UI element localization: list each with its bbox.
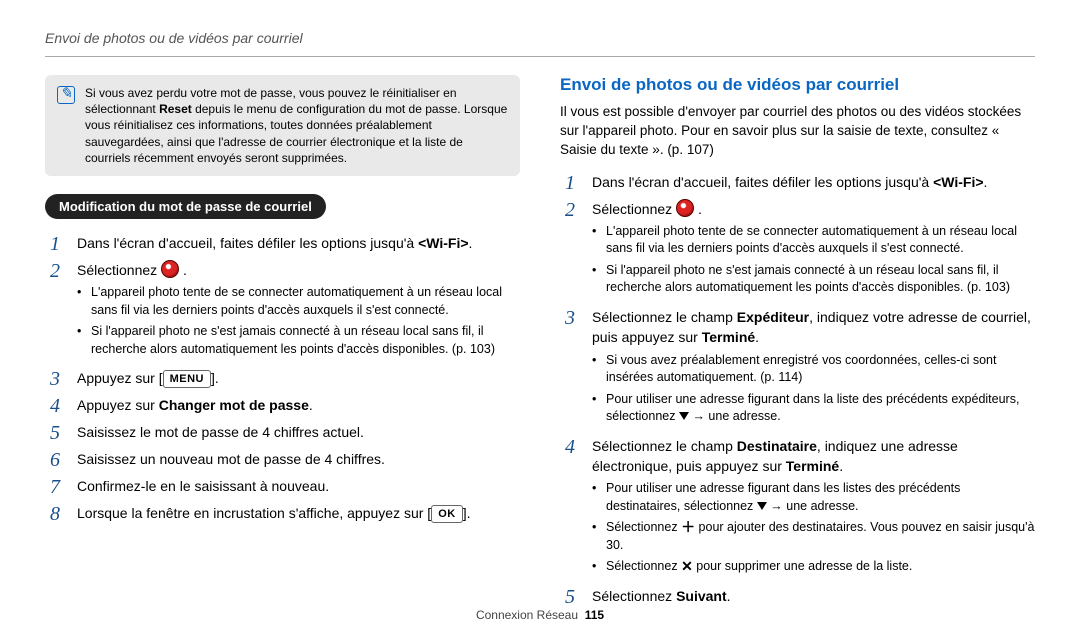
bullet: Sélectionnez ＋ pour ajouter des destinat… — [592, 519, 1035, 554]
step-number: 1 — [45, 233, 65, 254]
section-heading: Envoi de photos ou de vidéos par courrie… — [560, 75, 1035, 95]
app-icon — [161, 260, 179, 278]
bullet: L'appareil photo tente de se connecter a… — [592, 223, 1035, 258]
bullet: Pour utiliser une adresse figurant dans … — [592, 391, 1035, 426]
footer-page: 115 — [585, 608, 604, 622]
plus-icon: ＋ — [681, 520, 695, 534]
step-body: Appuyez sur [MENU]. — [77, 368, 520, 388]
step-body: Sélectionnez le champ Destinataire, indi… — [592, 436, 1035, 580]
chevron-down-icon — [679, 412, 689, 420]
page-footer: Connexion Réseau 115 — [0, 608, 1080, 622]
chevron-down-icon — [757, 502, 767, 510]
step: 5 Saisissez le mot de passe de 4 chiffres… — [45, 422, 520, 443]
step-body: Sélectionnez .L'appareil photo tente de … — [77, 260, 520, 362]
step-number: 4 — [45, 395, 65, 416]
step: 3 Appuyez sur [MENU]. — [45, 368, 520, 389]
subsection-pill: Modification du mot de passe de courriel — [45, 194, 326, 219]
right-column: Envoi de photos ou de vidéos par courrie… — [560, 75, 1035, 613]
step-number: 3 — [560, 307, 580, 328]
step-body: Sélectionnez le champ Expéditeur, indiqu… — [592, 307, 1035, 430]
step-body: Saisissez le mot de passe de 4 chiffres … — [77, 422, 520, 442]
step-number: 8 — [45, 503, 65, 524]
step: 2 Sélectionnez .L'appareil photo tente de… — [45, 260, 520, 362]
step: 1 Dans l'écran d'accueil, faites défiler … — [560, 172, 1035, 193]
step-bullets: Si vous avez préalablement enregistré vo… — [592, 352, 1035, 426]
menu-button-icon: MENU — [163, 370, 211, 388]
step-body: Sélectionnez Suivant. — [592, 586, 1035, 606]
step-body: Appuyez sur Changer mot de passe. — [77, 395, 520, 415]
step-body: Dans l'écran d'accueil, faites défiler l… — [592, 172, 1035, 192]
step: 4 Appuyez sur Changer mot de passe. — [45, 395, 520, 416]
left-column: ✎ Si vous avez perdu votre mot de passe,… — [45, 75, 520, 613]
right-steps: 1 Dans l'écran d'accueil, faites défiler … — [560, 172, 1035, 607]
step: 1 Dans l'écran d'accueil, faites défiler … — [45, 233, 520, 254]
bullet: Si l'appareil photo ne s'est jamais conn… — [77, 323, 520, 358]
step: 4 Sélectionnez le champ Destinataire, ind… — [560, 436, 1035, 580]
step: 5 Sélectionnez Suivant. — [560, 586, 1035, 607]
bullet: Pour utiliser une adresse figurant dans … — [592, 480, 1035, 515]
section-intro: Il vous est possible d'envoyer par courr… — [560, 103, 1035, 160]
step: 2 Sélectionnez .L'appareil photo tente de… — [560, 199, 1035, 301]
step-number: 2 — [45, 260, 65, 281]
step-body: Saisissez un nouveau mot de passe de 4 c… — [77, 449, 520, 469]
step-body: Confirmez-le en le saisissant à nouveau. — [77, 476, 520, 496]
footer-section: Connexion Réseau — [476, 608, 578, 622]
columns: ✎ Si vous avez perdu votre mot de passe,… — [45, 75, 1035, 613]
step-number: 2 — [560, 199, 580, 220]
step-number: 7 — [45, 476, 65, 497]
step-number: 5 — [560, 586, 580, 607]
app-icon — [676, 199, 694, 217]
step-bullets: Pour utiliser une adresse figurant dans … — [592, 480, 1035, 576]
info-note: ✎ Si vous avez perdu votre mot de passe,… — [45, 75, 520, 176]
step: 6 Saisissez un nouveau mot de passe de 4 … — [45, 449, 520, 470]
step: 8 Lorsque la fenêtre en incrustation s'af… — [45, 503, 520, 524]
bullet: Sélectionnez ✕ pour supprimer une adress… — [592, 558, 1035, 576]
close-icon: ✕ — [681, 559, 693, 573]
step-bullets: L'appareil photo tente de se connecter a… — [592, 223, 1035, 297]
ok-button-icon: OK — [431, 505, 463, 523]
step-body: Dans l'écran d'accueil, faites défiler l… — [77, 233, 520, 253]
step-bullets: L'appareil photo tente de se connecter a… — [77, 284, 520, 358]
step: 3 Sélectionnez le champ Expéditeur, indiq… — [560, 307, 1035, 430]
step-number: 1 — [560, 172, 580, 193]
divider — [45, 56, 1035, 57]
step-number: 6 — [45, 449, 65, 470]
step-number: 5 — [45, 422, 65, 443]
page-title: Envoi de photos ou de vidéos par courrie… — [45, 30, 1035, 46]
step-body: Sélectionnez .L'appareil photo tente de … — [592, 199, 1035, 301]
step-number: 4 — [560, 436, 580, 457]
step: 7 Confirmez-le en le saisissant à nouveau… — [45, 476, 520, 497]
left-steps: 1 Dans l'écran d'accueil, faites défiler … — [45, 233, 520, 524]
page: Envoi de photos ou de vidéos par courrie… — [0, 0, 1080, 630]
bullet: Si vous avez préalablement enregistré vo… — [592, 352, 1035, 387]
step-body: Lorsque la fenêtre en incrustation s'aff… — [77, 503, 520, 523]
note-text: Si vous avez perdu votre mot de passe, v… — [85, 85, 508, 166]
note-icon: ✎ — [57, 86, 75, 104]
bullet: Si l'appareil photo ne s'est jamais conn… — [592, 262, 1035, 297]
bullet: L'appareil photo tente de se connecter a… — [77, 284, 520, 319]
step-number: 3 — [45, 368, 65, 389]
